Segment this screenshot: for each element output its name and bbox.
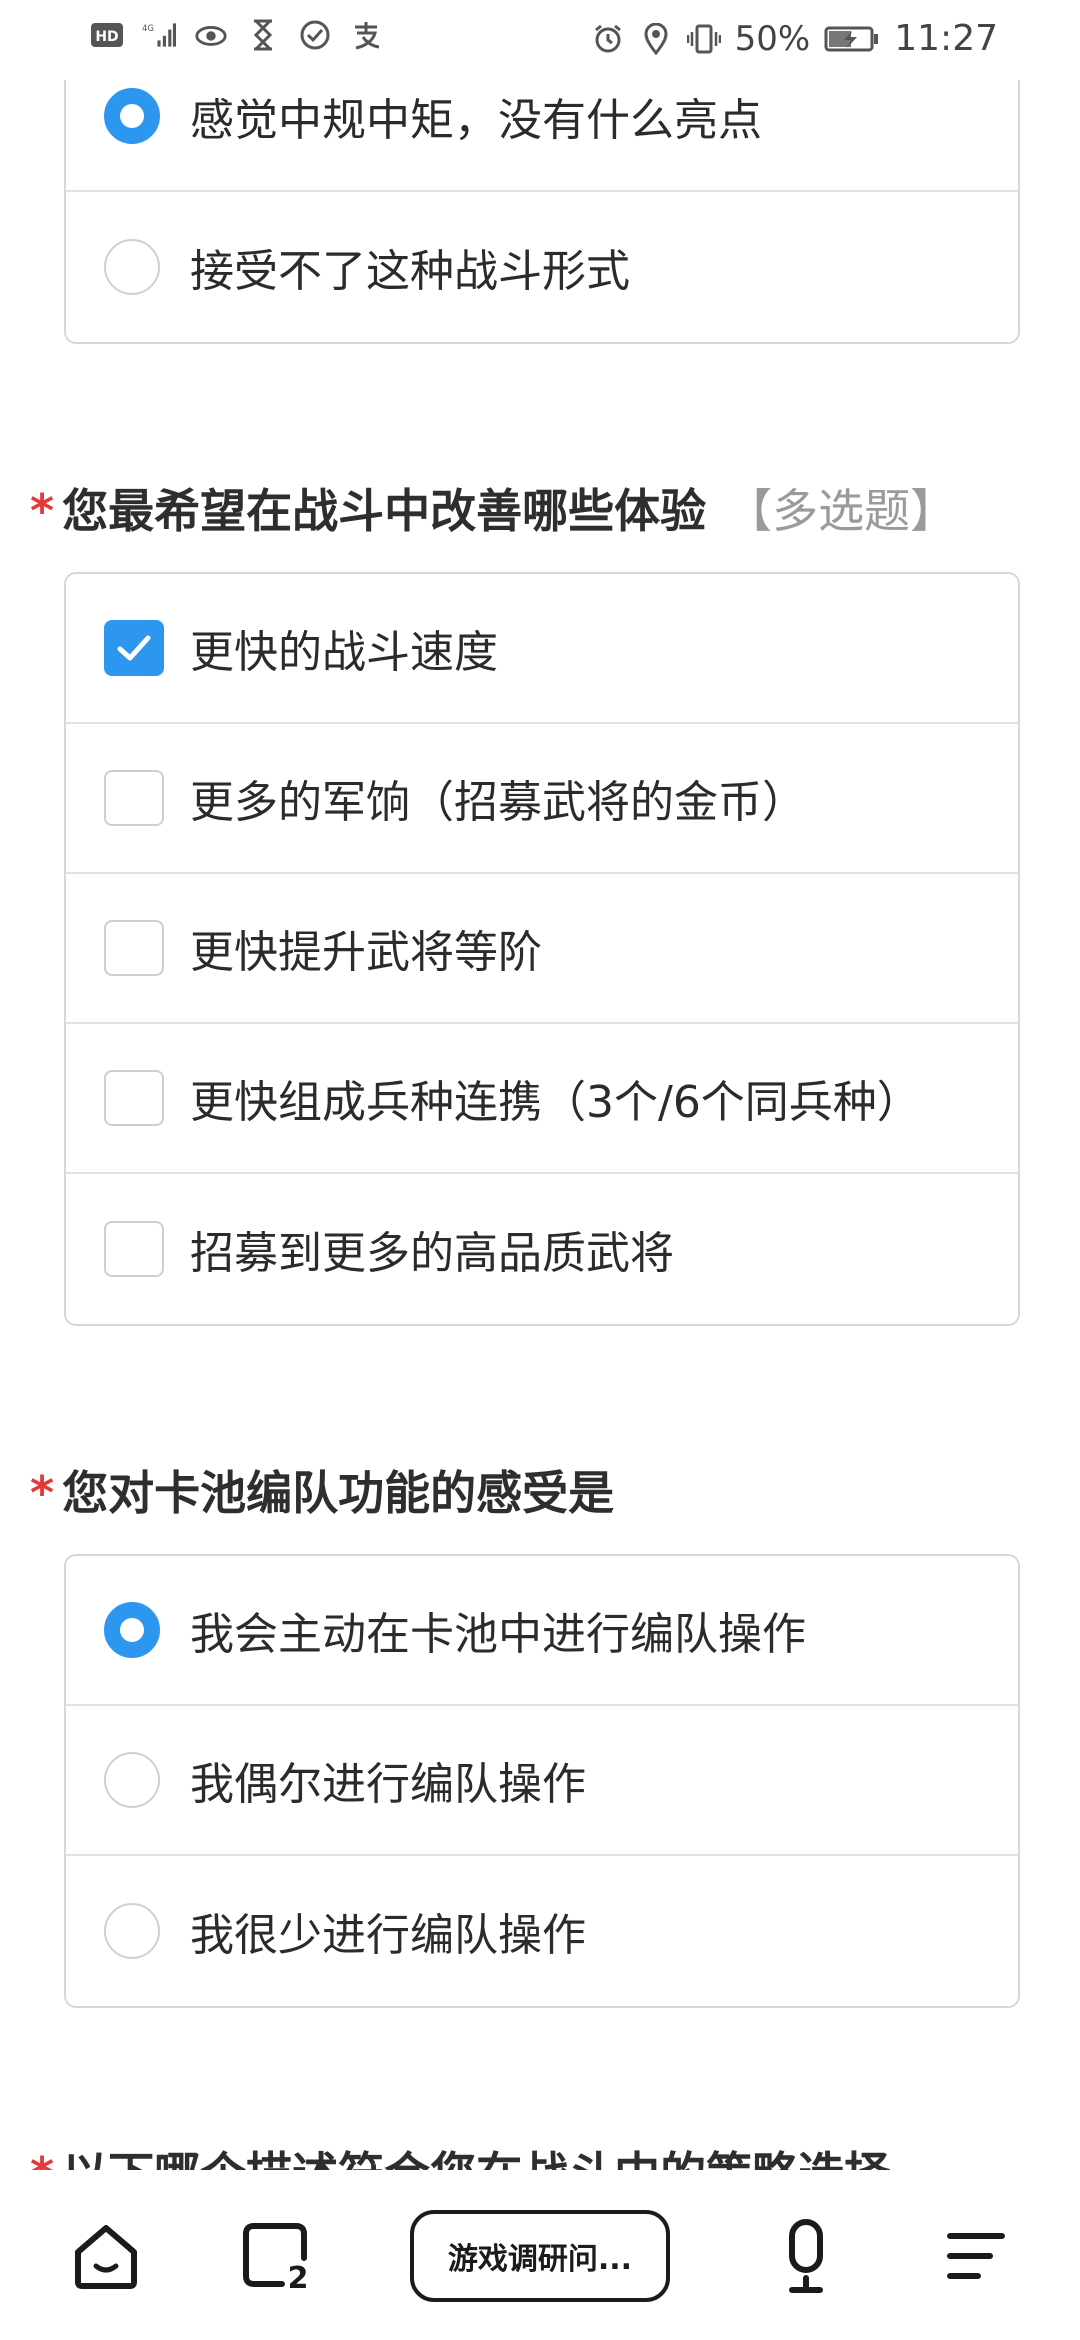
network-type: 4G xyxy=(142,24,154,34)
question-text: 以下哪个描述符合您在战斗中的策略选择 xyxy=(62,2147,890,2170)
status-bar: HD 4G 50% 11:27 xyxy=(0,0,1080,80)
question-text: 您最希望在战斗中改善哪些体验 xyxy=(62,484,707,538)
option-label: 我偶尔进行编队操作 xyxy=(190,1759,586,1810)
option-label: 更快提升武将等阶 xyxy=(190,927,542,978)
checkbox-icon[interactable] xyxy=(104,1221,164,1277)
option-label: 我很少进行编队操作 xyxy=(190,1910,586,1961)
status-right-icons: 50% 11:27 xyxy=(591,18,998,59)
tab-count: 2 xyxy=(288,2261,309,2294)
radio-selected-icon[interactable] xyxy=(104,1602,160,1658)
option-label: 我会主动在卡池中进行编队操作 xyxy=(190,1609,806,1660)
checkbox-icon[interactable] xyxy=(104,770,164,826)
question-title-improve: * 您最希望在战斗中改善哪些体验 【多选题】 xyxy=(30,475,956,541)
battery-percent: 50% xyxy=(734,18,811,59)
radio-selected-icon[interactable] xyxy=(104,88,160,144)
multi-select-tag: 【多选题】 xyxy=(726,484,957,538)
alipay-icon xyxy=(350,18,384,52)
option-row[interactable]: 更快组成兵种连携（3个/6个同兵种） xyxy=(66,1024,1018,1174)
battery-icon xyxy=(824,22,880,56)
page-title: 游戏调研问... xyxy=(447,2242,633,2277)
checkbox-icon[interactable] xyxy=(104,1070,164,1126)
home-icon xyxy=(75,2225,137,2289)
option-label: 更快组成兵种连携（3个/6个同兵种） xyxy=(190,1077,921,1128)
option-row[interactable]: 我会主动在卡池中进行编队操作 xyxy=(66,1556,1018,1706)
svg-text:HD: HD xyxy=(95,29,118,45)
radio-icon[interactable] xyxy=(104,1903,160,1959)
status-left-icons: HD 4G xyxy=(90,18,384,52)
microphone-icon xyxy=(789,2219,823,2293)
option-row[interactable]: 更多的军饷（招募武将的金币） xyxy=(66,724,1018,874)
alarm-icon xyxy=(591,22,625,56)
question-title-strategy: * 以下哪个描述符合您在战斗中的策略选择 xyxy=(30,2138,890,2170)
survey-content[interactable]: 感觉中规中矩，没有什么亮点 接受不了这种战斗形式 * 您最希望在战斗中改善哪些体验… xyxy=(0,80,1080,2170)
required-mark: * xyxy=(30,1466,55,1520)
hourglass-icon xyxy=(246,18,280,52)
radio-icon[interactable] xyxy=(104,239,160,295)
hd-icon: HD xyxy=(90,18,124,52)
eye-icon xyxy=(194,18,228,52)
question-text: 您对卡池编队功能的感受是 xyxy=(62,1466,615,1520)
tabs-icon: 2 xyxy=(243,2223,309,2294)
prev-question-options: 感觉中规中矩，没有什么亮点 接受不了这种战斗形式 xyxy=(64,80,1020,344)
clock: 11:27 xyxy=(894,18,998,59)
option-label: 更多的军饷（招募武将的金币） xyxy=(190,777,806,828)
question-title-pool: * 您对卡池编队功能的感受是 xyxy=(30,1457,614,1523)
pool-options: 我会主动在卡池中进行编队操作 我偶尔进行编队操作 我很少进行编队操作 xyxy=(64,1554,1020,2008)
option-label: 更快的战斗速度 xyxy=(190,627,498,678)
option-row[interactable]: 更快提升武将等阶 xyxy=(66,874,1018,1024)
menu-button[interactable] xyxy=(936,2216,1016,2296)
tabs-button[interactable]: 2 xyxy=(236,2216,316,2296)
vibrate-icon xyxy=(686,22,721,56)
checkbox-icon[interactable] xyxy=(104,920,164,976)
option-label: 接受不了这种战斗形式 xyxy=(190,246,630,297)
page-title-button[interactable]: 游戏调研问... xyxy=(410,2210,670,2302)
option-label: 感觉中规中矩，没有什么亮点 xyxy=(190,95,762,146)
voice-button[interactable] xyxy=(766,2216,846,2296)
option-row[interactable]: 招募到更多的高品质武将 xyxy=(66,1174,1018,1324)
location-icon xyxy=(639,22,673,56)
check-circle-icon xyxy=(298,18,332,52)
required-mark: * xyxy=(30,2147,54,2170)
option-row[interactable]: 我很少进行编队操作 xyxy=(66,1856,1018,2006)
improve-options: 更快的战斗速度 更多的军饷（招募武将的金币） 更快提升武将等阶 更快组成兵种连携… xyxy=(64,572,1020,1326)
menu-icon xyxy=(947,2233,1005,2279)
option-row[interactable]: 接受不了这种战斗形式 xyxy=(66,192,1018,342)
required-mark: * xyxy=(30,484,55,538)
signal-icon: 4G xyxy=(142,18,176,52)
option-row[interactable]: 我偶尔进行编队操作 xyxy=(66,1706,1018,1856)
option-row[interactable]: 感觉中规中矩，没有什么亮点 xyxy=(66,80,1018,192)
option-label: 招募到更多的高品质武将 xyxy=(190,1228,674,1279)
radio-icon[interactable] xyxy=(104,1752,160,1808)
browser-bottom-bar: 2 游戏调研问... xyxy=(0,2170,1080,2340)
option-row[interactable]: 更快的战斗速度 xyxy=(66,574,1018,724)
checkbox-checked-icon[interactable] xyxy=(104,620,164,676)
home-button[interactable] xyxy=(66,2216,146,2296)
